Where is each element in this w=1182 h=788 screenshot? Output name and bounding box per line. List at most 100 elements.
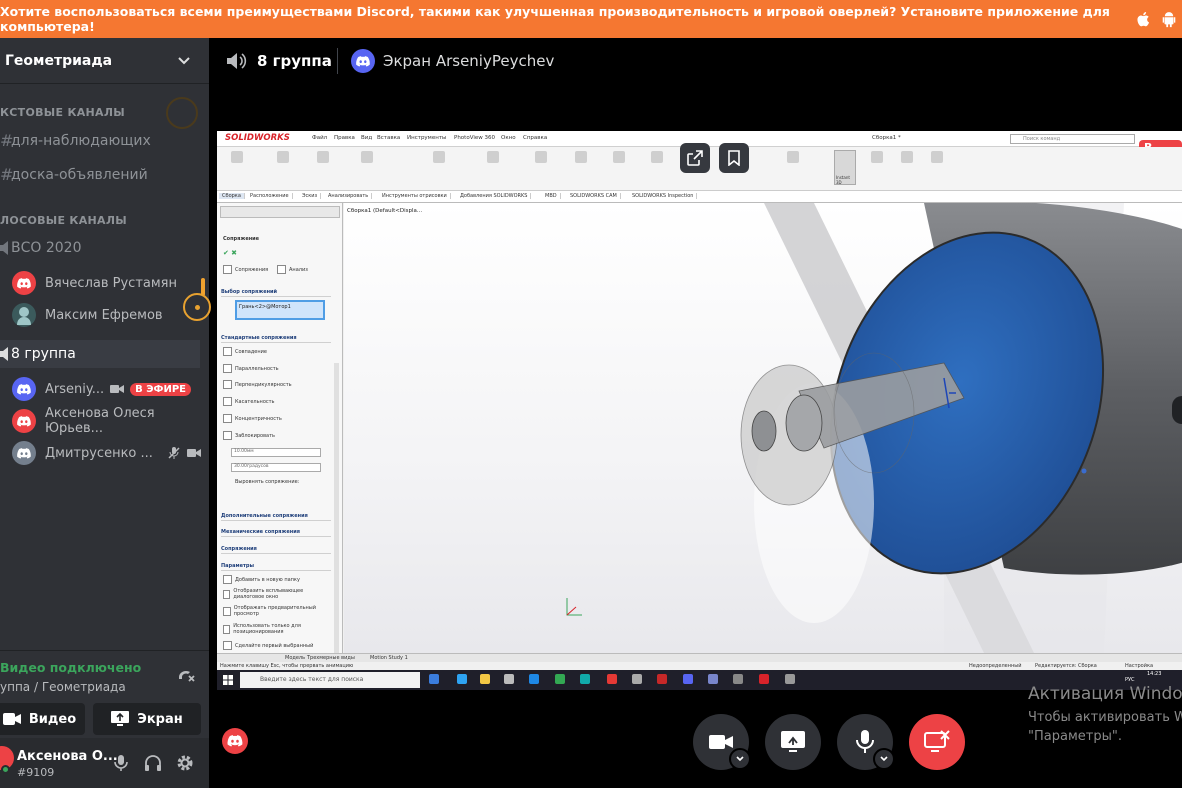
pm-align-label: Выровнять сопряжение:	[235, 479, 300, 485]
connection-status[interactable]: Видео подключено	[0, 660, 141, 675]
discord-avatar-icon	[12, 377, 36, 401]
speaker-icon	[0, 241, 8, 255]
sw-ribbon-item	[891, 151, 923, 166]
sw-doc-title: Сборка1 *	[872, 135, 901, 141]
stream-scroll-handle[interactable]	[1172, 396, 1182, 424]
sw-ribbon-item	[423, 151, 455, 166]
pm-section-header: Дополнительные сопряжения	[221, 513, 331, 521]
user-panel: Аксенова О... #9109	[0, 738, 209, 788]
voice-channels-category[interactable]: ЛОСОВЫЕ КАНАЛЫ	[0, 214, 127, 227]
voice-channel-8-gruppa[interactable]: 8 группа	[0, 340, 200, 368]
sw-status-item: Недоопределенный	[969, 663, 1022, 669]
screen-share-toggle-button[interactable]	[765, 714, 821, 770]
headphones-icon[interactable]	[143, 753, 163, 773]
microphone-toggle-button[interactable]	[837, 714, 895, 770]
voice-user-name: Вячеслав Рустамян	[45, 275, 177, 291]
sw-menu-item: Файл	[312, 135, 328, 141]
channel-doska-obyavleniy[interactable]: # доска-объявлений	[0, 165, 148, 184]
channel-dlya-nablyudayushchih[interactable]: # для-наблюдающих	[0, 131, 151, 150]
camera-options-button[interactable]	[729, 748, 751, 770]
microphone-icon[interactable]	[111, 753, 131, 773]
voice-user[interactable]: Аксенова Олеся Юрьев...	[12, 406, 202, 436]
chevron-down-icon[interactable]	[177, 53, 191, 67]
pm-param-option: Использовать только для позиционирования	[223, 623, 323, 635]
camera-toggle-button[interactable]	[693, 714, 751, 770]
taskbar-app-icon	[657, 674, 667, 684]
sw-status-item: Редактируется: Сборка	[1035, 663, 1097, 669]
video-button[interactable]: Видео	[0, 703, 85, 735]
taskbar-app-icon	[529, 674, 539, 684]
discord-avatar-icon	[12, 409, 36, 433]
voice-user-streaming[interactable]: Arseniy... В ЭФИРЕ	[12, 375, 202, 403]
chevron-down-icon	[880, 756, 888, 762]
sw-ribbon-item	[603, 151, 635, 166]
taskbar-app-icon	[785, 674, 795, 684]
screen-share-stream[interactable]: SOLIDWORKS Файл Правка Вид Вставка Инстр…	[217, 131, 1182, 690]
connection-location[interactable]: уппа / Геометриада	[0, 680, 126, 694]
discord-avatar-icon	[12, 441, 36, 465]
channel-label: доска-объявлений	[11, 166, 148, 183]
pm-toolbar	[220, 206, 340, 218]
sw-status-text: Нажмите клавишу Esc, чтобы прервать аним…	[220, 663, 354, 669]
pm-mate-option: Заблокировать	[223, 431, 275, 440]
taskbar-app-icon	[555, 674, 565, 684]
voice-channel-vso-2020[interactable]: ВСО 2020	[0, 234, 81, 262]
streamer-avatar[interactable]	[351, 49, 375, 73]
download-app-banner[interactable]: Хотите воспользоваться всеми преимуществ…	[0, 0, 1182, 38]
taskbar-clock: 14:23	[1147, 671, 1162, 677]
sw-tab: Добавления SOLIDWORKS	[457, 193, 532, 199]
sw-tab: SOLIDWORKS CAM	[567, 193, 621, 199]
voice-user[interactable]: Вячеслав Рустамян	[12, 269, 202, 297]
android-icon[interactable]	[1160, 10, 1178, 28]
sw-ribbon-item	[565, 151, 597, 166]
sw-instant3d-label: Instant 3D	[836, 175, 850, 185]
pm-tab-label: Сопряжения	[235, 266, 269, 273]
sw-ribbon-item	[221, 151, 253, 166]
pm-ok-icon: ✔ ✖	[223, 249, 237, 257]
open-popout-button[interactable]	[680, 143, 710, 173]
text-channels-category[interactable]: КСТОВЫЕ КАНАЛЫ	[0, 106, 125, 119]
pm-section-header: Выбор сопряжений	[221, 289, 331, 297]
sw-ribbon-item	[861, 151, 893, 166]
apple-icon[interactable]	[1135, 10, 1153, 28]
sw-menu-item: Инструменты	[407, 135, 447, 141]
voice-user-name: Аксенова Олеся Юрьев...	[45, 406, 155, 436]
settings-gear-icon[interactable]	[175, 753, 195, 773]
sw-ribbon-item	[351, 151, 383, 166]
sw-bottom-tabs: Модель Трехмерные виды Motion Study 1	[217, 653, 1182, 662]
taskbar-app-icon	[683, 674, 693, 684]
taskbar-app-icon	[632, 674, 642, 684]
username[interactable]: Аксенова О...	[17, 749, 118, 764]
bookmark-button[interactable]	[719, 143, 749, 173]
sw-ribbon-item	[477, 151, 509, 166]
voice-user[interactable]: Дмитрусенко ...	[12, 439, 202, 467]
sw-bottom-tab: Модель	[285, 655, 306, 661]
disconnect-icon[interactable]	[176, 665, 196, 685]
sw-bottom-tab: Motion Study 1	[370, 655, 408, 661]
sw-ribbon-item	[641, 151, 673, 166]
server-header[interactable]: Геометриада	[0, 38, 209, 84]
activation-line-1: Чтобы активировать W	[1028, 710, 1182, 725]
hash-icon: #	[0, 131, 14, 150]
mic-muted-icon	[168, 447, 180, 459]
channel-sidebar: Геометриада КСТОВЫЕ КАНАЛЫ # для-наблюда…	[0, 38, 211, 788]
pm-mate-option: Параллельность	[223, 364, 279, 373]
sw-search-input: Поиск команд	[1010, 134, 1135, 144]
pm-tab-mates: Сопряжения	[223, 265, 268, 274]
taskbar-app-icon	[580, 674, 590, 684]
popout-icon	[687, 150, 703, 166]
camera-icon	[709, 735, 733, 749]
voice-user[interactable]: Максим Ефремов	[12, 301, 202, 329]
leave-call-button[interactable]	[909, 714, 965, 770]
pm-distance-input: 10.00мм	[231, 448, 321, 457]
microphone-options-button[interactable]	[873, 748, 895, 770]
camera-icon	[2, 713, 21, 725]
taskbar-app-icon	[480, 674, 490, 684]
video-button-label: Видео	[28, 711, 77, 727]
voice-user-name: Дмитрусенко ...	[45, 445, 153, 461]
live-badge[interactable]: В ЭФИРЕ	[130, 382, 191, 396]
discord-logo-icon[interactable]	[222, 728, 248, 754]
screen-share-button[interactable]: Экран	[93, 703, 201, 735]
sw-tab: Расположение	[247, 193, 293, 199]
screen-button-label: Экран	[137, 711, 183, 727]
